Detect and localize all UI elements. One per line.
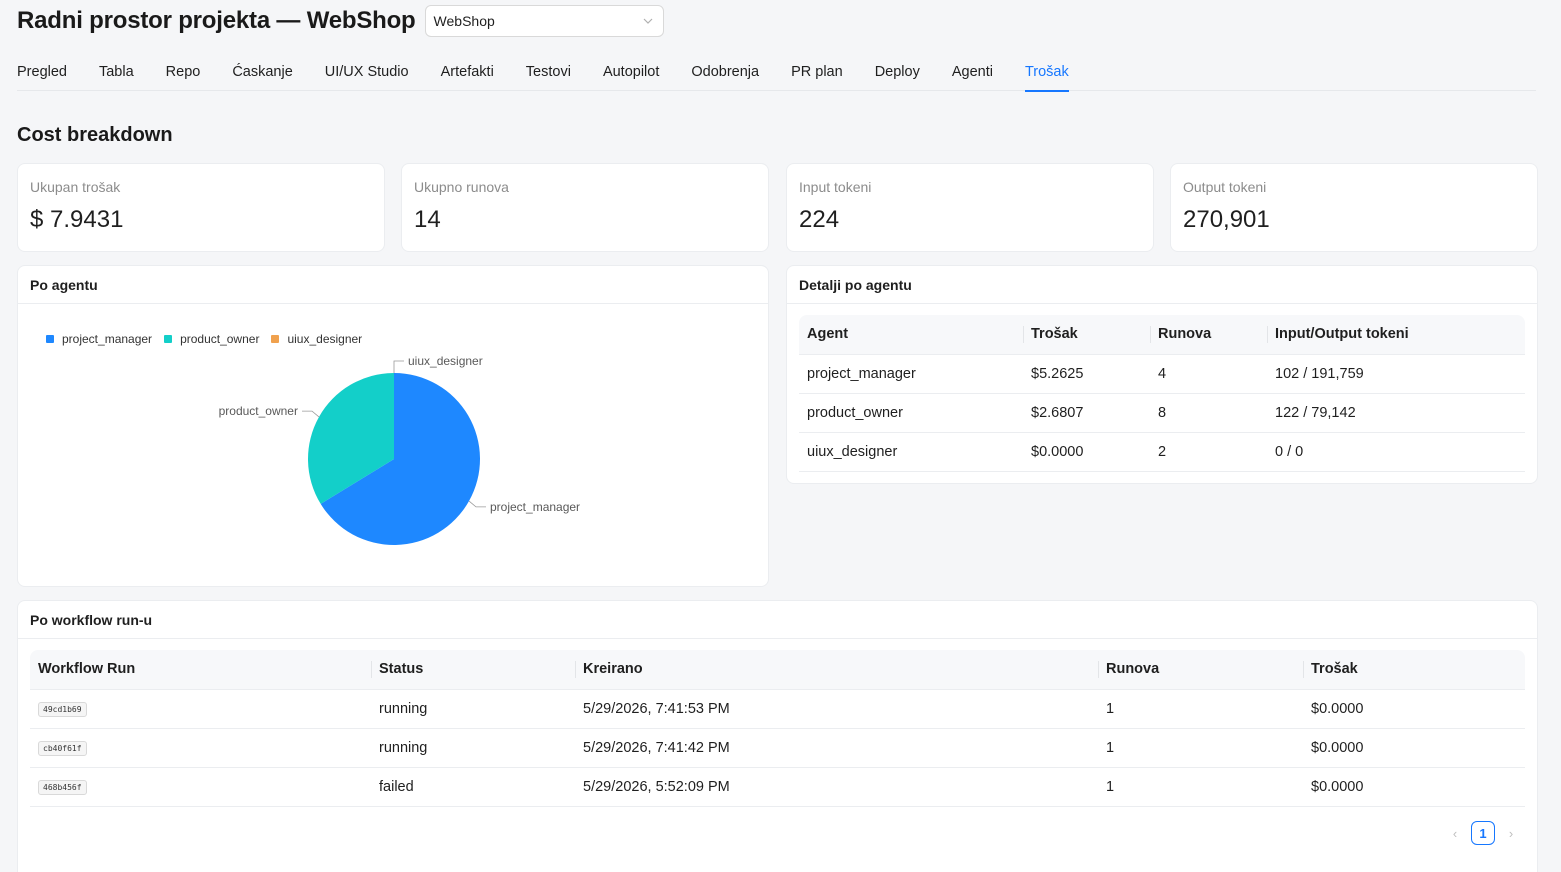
stat-value: 224 (799, 206, 840, 233)
pie-label: project_manager (490, 500, 580, 514)
tokens-cell: 102 / 191,759 (1267, 354, 1525, 394)
tab-pr-plan[interactable]: PR plan (791, 55, 843, 91)
runs-cell: 4 (1150, 354, 1267, 394)
tab-artefakti[interactable]: Artefakti (441, 55, 494, 91)
table-row: uiux_designer $0.0000 2 0 / 0 (799, 432, 1525, 472)
workflow-run-table: Workflow Run Status Kreirano Runova Troš… (30, 650, 1525, 807)
agent-cost-chart-card: Po agentu project_manager product_owner … (17, 265, 769, 587)
stat-value: 270,901 (1183, 206, 1270, 233)
run-id-tag[interactable]: cb40f61f (38, 741, 87, 756)
card-title: Po agentu (18, 266, 768, 304)
pie-chart: project_manager product_owner uiux_designe… (219, 354, 580, 545)
status-cell: failed (371, 767, 575, 807)
tab-deploy[interactable]: Deploy (875, 55, 920, 91)
chevron-down-icon (643, 18, 652, 24)
tab-uiux-studio[interactable]: UI/UX Studio (325, 55, 409, 91)
stat-card-total-runs: Ukupno runova 14 (401, 163, 769, 252)
column-header: Runova (1150, 315, 1267, 355)
pie-label-line (301, 410, 320, 418)
pagination: ‹ 1 › (1447, 821, 1519, 845)
pie-label-line (393, 360, 404, 373)
tab-trosak[interactable]: Trošak (1024, 55, 1069, 92)
section-title: Cost breakdown (17, 124, 173, 146)
chevron-left-icon[interactable]: ‹ (1447, 825, 1463, 841)
project-select[interactable]: WebShop (424, 5, 664, 37)
created-cell: 5/29/2026, 7:41:53 PM (575, 689, 1098, 729)
tab-autopilot[interactable]: Autopilot (603, 55, 659, 91)
table-row: cb40f61f running 5/29/2026, 7:41:42 PM 1… (30, 728, 1525, 768)
table-row: project_manager $5.2625 4 102 / 191,759 (799, 354, 1525, 394)
agent-cell: project_manager (799, 354, 1023, 394)
tab-tabla[interactable]: Tabla (99, 55, 134, 91)
table-row: 468b456f failed 5/29/2026, 5:52:09 PM 1 … (30, 767, 1525, 807)
page-title: Radni prostor projekta — WebShop (17, 7, 416, 34)
table-header-row: Agent Trošak Runova Input/Output tokeni (799, 315, 1525, 355)
run-id-cell: 49cd1b69 (30, 689, 371, 729)
tab-testovi[interactable]: Testovi (526, 55, 571, 91)
agent-details-card: Detalji po agentu Agent Trošak Runova In… (786, 265, 1538, 484)
tab-bar: Pregled Tabla Repo Ćaskanje UI/UX Studio… (17, 55, 1536, 92)
workflow-run-card: Po workflow run-u Workflow Run Status Kr… (17, 600, 1538, 872)
stat-label: Output tokeni (1183, 179, 1267, 195)
tab-caskanje[interactable]: Ćaskanje (232, 55, 292, 91)
cost-cell: $0.0000 (1303, 767, 1525, 807)
status-cell: running (371, 689, 575, 729)
created-cell: 5/29/2026, 5:52:09 PM (575, 767, 1098, 807)
agent-details-table: Agent Trošak Runova Input/Output tokeni … (799, 315, 1525, 472)
card-title: Detalji po agentu (787, 266, 1537, 304)
chevron-right-icon[interactable]: › (1503, 825, 1519, 841)
table-row: product_owner $2.6807 8 122 / 79,142 (799, 393, 1525, 433)
tab-agenti[interactable]: Agenti (952, 55, 993, 91)
run-id-tag[interactable]: 468b456f (38, 780, 87, 795)
page-header: Radni prostor projekta — WebShop WebShop (17, 5, 664, 37)
column-header: Trošak (1023, 315, 1150, 355)
pie-label: uiux_designer (408, 354, 483, 368)
page-number-button[interactable]: 1 (1471, 821, 1495, 845)
table-row: 49cd1b69 running 5/29/2026, 7:41:53 PM 1… (30, 689, 1525, 729)
status-cell: running (371, 728, 575, 768)
stat-card-output-tokens: Output tokeni 270,901 (1170, 163, 1538, 252)
tab-pregled[interactable]: Pregled (17, 55, 67, 91)
stat-label: Input tokeni (799, 179, 872, 195)
stat-value: $ 7.9431 (30, 206, 124, 233)
run-id-cell: cb40f61f (30, 728, 371, 768)
project-select-value: WebShop (433, 13, 495, 29)
stat-label: Ukupan trošak (30, 179, 121, 195)
pie-label: product_owner (219, 404, 298, 418)
run-id-tag[interactable]: 49cd1b69 (38, 702, 87, 717)
tokens-cell: 0 / 0 (1267, 432, 1525, 472)
cost-cell: $0.0000 (1303, 689, 1525, 729)
table-header-row: Workflow Run Status Kreirano Runova Troš… (30, 650, 1525, 690)
column-header: Agent (799, 315, 1023, 355)
stat-card-input-tokens: Input tokeni 224 (786, 163, 1154, 252)
tab-odobrenja[interactable]: Odobrenja (691, 55, 759, 91)
cost-cell: $0.0000 (1023, 432, 1150, 472)
column-header: Runova (1098, 650, 1303, 690)
runs-cell: 1 (1098, 728, 1303, 768)
tokens-cell: 122 / 79,142 (1267, 393, 1525, 433)
tab-repo[interactable]: Repo (166, 55, 201, 91)
cost-cell: $5.2625 (1023, 354, 1150, 394)
created-cell: 5/29/2026, 7:41:42 PM (575, 728, 1098, 768)
card-title: Po workflow run-u (18, 601, 1537, 639)
runs-cell: 1 (1098, 689, 1303, 729)
runs-cell: 2 (1150, 432, 1267, 472)
runs-cell: 8 (1150, 393, 1267, 433)
stat-label: Ukupno runova (414, 179, 509, 195)
cost-cell: $2.6807 (1023, 393, 1150, 433)
column-header: Trošak (1303, 650, 1525, 690)
runs-cell: 1 (1098, 767, 1303, 807)
agent-cell: product_owner (799, 393, 1023, 433)
cost-cell: $0.0000 (1303, 728, 1525, 768)
column-header: Input/Output tokeni (1267, 315, 1525, 355)
run-id-cell: 468b456f (30, 767, 371, 807)
agent-cell: uiux_designer (799, 432, 1023, 472)
pie-label-line (468, 500, 487, 508)
column-header: Status (371, 650, 575, 690)
column-header: Workflow Run (30, 650, 371, 690)
column-header: Kreirano (575, 650, 1098, 690)
stat-card-total-cost: Ukupan trošak $ 7.9431 (17, 163, 385, 252)
stat-value: 14 (414, 206, 441, 233)
